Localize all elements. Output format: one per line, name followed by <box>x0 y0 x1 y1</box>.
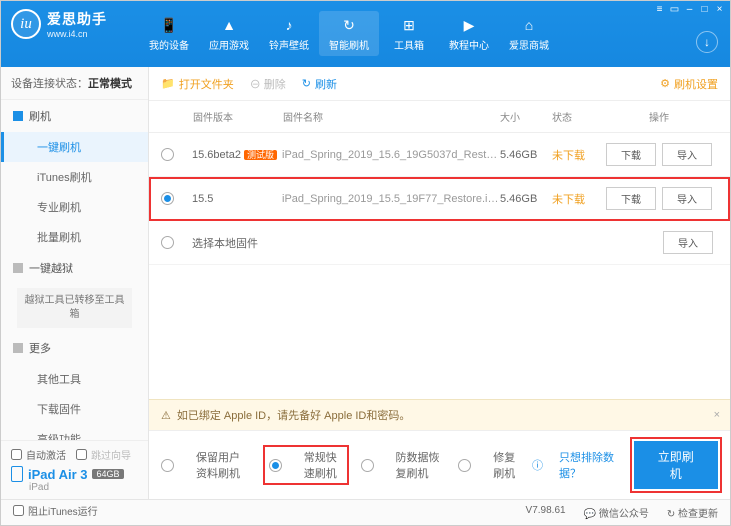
menu-icon[interactable]: ≡ <box>653 3 666 16</box>
radio-icon[interactable] <box>269 459 282 472</box>
fw-version: 15.6beta2测试版 <box>192 148 282 161</box>
help-icon[interactable]: ⓘ <box>532 457 543 473</box>
nav-label: 智能刷机 <box>329 37 369 52</box>
nav-icon: ⊞ <box>399 15 419 35</box>
menu-item[interactable]: 一键刷机 <box>1 132 148 162</box>
sync-icon[interactable]: ↓ <box>696 31 718 53</box>
nav-label: 工具箱 <box>394 37 424 52</box>
firmware-row[interactable]: 15.6beta2测试版 iPad_Spring_2019_15.6_19G50… <box>149 133 730 177</box>
jailbreak-notice: 越狱工具已转移至工具箱 <box>17 288 132 328</box>
device-icon <box>11 466 23 482</box>
table-header: 固件版本 固件名称 大小 状态 操作 <box>149 101 730 133</box>
nav-icon: ⌂ <box>519 15 539 35</box>
download-button[interactable]: 下载 <box>606 187 656 210</box>
nav-0[interactable]: 📱 我的设备 <box>139 11 199 56</box>
brand-name: 爱思助手 <box>47 9 107 29</box>
check-update-link[interactable]: ↻ 检查更新 <box>667 505 718 520</box>
radio-icon[interactable] <box>161 459 174 472</box>
auto-activate-checkbox[interactable]: 自动激活 <box>11 447 66 462</box>
mode-option[interactable]: 修复刷机 <box>458 449 516 481</box>
radio-icon[interactable] <box>161 192 174 205</box>
nav-icon: 📱 <box>159 15 179 35</box>
fw-status: 未下载 <box>552 191 600 207</box>
warning-banner: ⚠ 如已绑定 Apple ID，请先备好 Apple ID和密码。 × <box>149 399 730 430</box>
close-warning-icon[interactable]: × <box>714 409 720 421</box>
version-label: V7.98.61 <box>526 505 566 520</box>
import-button[interactable]: 导入 <box>662 143 712 166</box>
app-header: ≡ ▭ – □ × iu 爱思助手 www.i4.cn 📱 我的设备 ▲ 应用游戏 ♪ 铃… <box>1 1 730 67</box>
connection-status: 设备连接状态：正常模式 <box>1 67 148 100</box>
fw-name: iPad_Spring_2019_15.6_19G5037d_Restore.i… <box>282 149 500 161</box>
nav-5[interactable]: ▶ 教程中心 <box>439 11 499 56</box>
nav-label: 爱思商城 <box>509 37 549 52</box>
brand: iu 爱思助手 www.i4.cn <box>11 9 107 39</box>
flash-now-button[interactable]: 立即刷机 <box>634 441 719 489</box>
radio-icon[interactable] <box>361 459 374 472</box>
sidebar: 设备连接状态：正常模式 刷机 一键刷机iTunes刷机专业刷机批量刷机 一键越狱… <box>1 67 149 499</box>
nav-4[interactable]: ⊞ 工具箱 <box>379 11 439 56</box>
storage-badge: 64GB <box>92 469 123 479</box>
fw-status: 未下载 <box>552 147 600 163</box>
firmware-row[interactable]: 15.5 iPad_Spring_2019_15.5_19F77_Restore… <box>149 177 730 221</box>
nav-2[interactable]: ♪ 铃声壁纸 <box>259 11 319 56</box>
mode-option[interactable]: 常规快速刷机 <box>267 449 345 481</box>
import-button[interactable]: 导入 <box>663 231 713 254</box>
nav-label: 教程中心 <box>449 37 489 52</box>
local-firmware-row[interactable]: 选择本地固件 导入 <box>149 221 730 265</box>
nav-label: 铃声壁纸 <box>269 37 309 52</box>
nav-label: 我的设备 <box>149 37 189 52</box>
close-icon[interactable]: × <box>713 3 726 16</box>
block-itunes-checkbox[interactable]: 阻止iTunes运行 <box>13 503 98 518</box>
nav-1[interactable]: ▲ 应用游戏 <box>199 11 259 56</box>
nav-icon: ♪ <box>279 15 299 35</box>
menu-item[interactable]: 其他工具 <box>1 364 148 394</box>
skip-guide-checkbox[interactable]: 跳过向导 <box>76 447 131 462</box>
nav-label: 应用游戏 <box>209 37 249 52</box>
menu-more[interactable]: 更多 <box>1 332 148 364</box>
pin-icon[interactable]: ▭ <box>668 3 681 16</box>
nav-6[interactable]: ⌂ 爱思商城 <box>499 11 559 56</box>
nav-icon: ↻ <box>339 15 359 35</box>
wechat-link[interactable]: 💬 微信公众号 <box>584 505 649 520</box>
minimize-icon[interactable]: – <box>683 3 696 16</box>
radio-icon[interactable] <box>161 148 174 161</box>
import-button[interactable]: 导入 <box>662 187 712 210</box>
status-bar: 阻止iTunes运行 V7.98.61 💬 微信公众号 ↻ 检查更新 <box>1 499 730 525</box>
menu-flash[interactable]: 刷机 <box>1 100 148 132</box>
refresh-button[interactable]: ↻ 刷新 <box>302 76 337 92</box>
menu-item[interactable]: 批量刷机 <box>1 222 148 252</box>
menu-item[interactable]: 专业刷机 <box>1 192 148 222</box>
nav-3[interactable]: ↻ 智能刷机 <box>319 11 379 56</box>
exclude-data-link[interactable]: 只想排除数据？ <box>559 449 618 481</box>
delete-button: ⊖ 删除 <box>250 76 286 92</box>
mode-bar: 保留用户资料刷机常规快速刷机防数据恢复刷机修复刷机 ⓘ 只想排除数据？ 立即刷机 <box>149 430 730 499</box>
mode-option[interactable]: 防数据恢复刷机 <box>361 449 443 481</box>
nav-icon: ▲ <box>219 15 239 35</box>
device-type: iPad <box>29 482 138 493</box>
download-button[interactable]: 下载 <box>606 143 656 166</box>
mode-option[interactable]: 保留用户资料刷机 <box>161 449 251 481</box>
toolbar: 📁 打开文件夹 ⊖ 删除 ↻ 刷新 ⚙ 刷机设置 <box>149 67 730 101</box>
device-name[interactable]: iPad Air 3 64GB <box>11 466 138 482</box>
flash-settings-button[interactable]: ⚙ 刷机设置 <box>660 76 718 92</box>
menu-item[interactable]: 下载固件 <box>1 394 148 424</box>
radio-icon[interactable] <box>458 459 471 472</box>
maximize-icon[interactable]: □ <box>698 3 711 16</box>
fw-name: iPad_Spring_2019_15.5_19F77_Restore.ipsw <box>282 193 500 205</box>
fw-size: 5.46GB <box>500 193 552 205</box>
fw-size: 5.46GB <box>500 149 552 161</box>
menu-item[interactable]: 高级功能 <box>1 424 148 440</box>
menu-item[interactable]: iTunes刷机 <box>1 162 148 192</box>
open-folder-button[interactable]: 📁 打开文件夹 <box>161 76 234 92</box>
nav-icon: ▶ <box>459 15 479 35</box>
logo-icon: iu <box>11 9 41 39</box>
fw-version: 15.5 <box>192 193 282 205</box>
warning-icon: ⚠ <box>161 409 171 422</box>
brand-url: www.i4.cn <box>47 29 107 39</box>
menu-jailbreak[interactable]: 一键越狱 <box>1 252 148 284</box>
